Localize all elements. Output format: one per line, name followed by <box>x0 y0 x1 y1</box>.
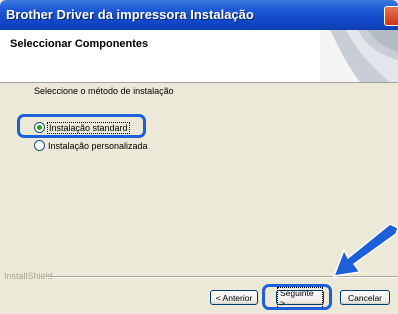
cancel-button[interactable]: Cancelar <box>340 290 390 305</box>
radio-option-custom[interactable]: Instalação personalizada <box>34 140 148 151</box>
highlight-callout-option <box>17 114 146 138</box>
radio-button-unselected[interactable] <box>34 140 45 151</box>
window-title: Brother Driver da impressora Instalação <box>6 7 254 22</box>
title-bar[interactable]: Brother Driver da impressora Instalação <box>0 0 398 30</box>
back-button-label: < Anterior <box>215 292 253 303</box>
page-title: Seleccionar Componentes <box>10 38 149 50</box>
radio-label-custom: Instalação personalizada <box>48 140 148 151</box>
header-panel: Seleccionar Componentes <box>0 30 398 83</box>
wizard-graphic-icon <box>320 30 398 82</box>
cancel-button-label: Cancelar <box>347 292 383 303</box>
instruction-text: Seleccione o método de instalação <box>34 86 174 96</box>
highlight-callout-next <box>262 284 332 310</box>
close-button[interactable] <box>384 6 398 26</box>
pointer-arrow-icon <box>332 224 398 277</box>
installer-window: Brother Driver da impressora Instalação … <box>0 0 398 314</box>
back-button[interactable]: < Anterior <box>210 290 258 305</box>
